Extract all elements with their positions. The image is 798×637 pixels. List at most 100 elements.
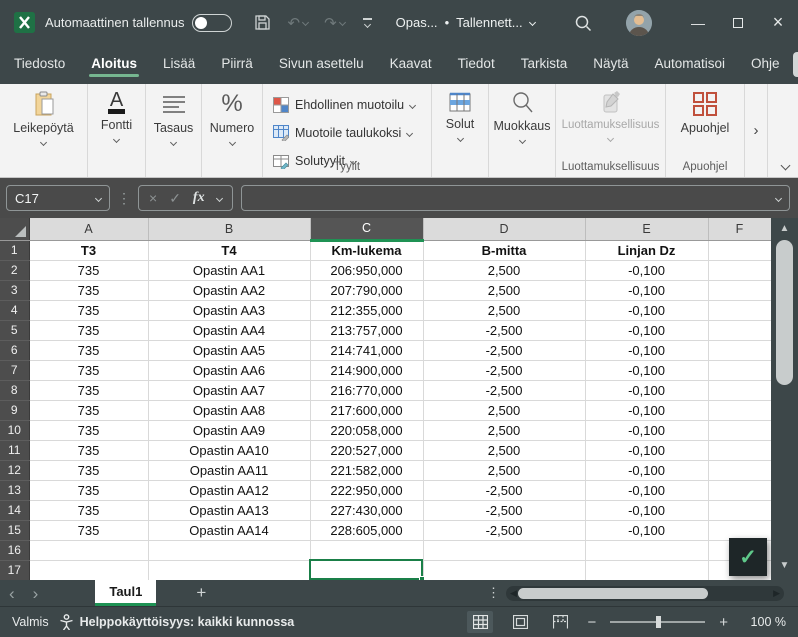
quick-access-toolbar-chevron[interactable] <box>363 18 372 27</box>
cell-B4[interactable]: Opastin AA3 <box>148 300 310 320</box>
cell-F7[interactable] <box>708 360 771 380</box>
cell-A6[interactable]: 735 <box>29 340 148 360</box>
tab-tarkista[interactable]: Tarkista <box>521 47 568 82</box>
vertical-scrollbar[interactable]: ▲ ▼ <box>771 218 798 580</box>
row-header-14[interactable]: 14 <box>0 500 29 520</box>
cell-F14[interactable] <box>708 500 771 520</box>
cell-B11[interactable]: Opastin AA10 <box>148 440 310 460</box>
row-header-6[interactable]: 6 <box>0 340 29 360</box>
cell-F8[interactable] <box>708 380 771 400</box>
cell-B5[interactable]: Opastin AA4 <box>148 320 310 340</box>
sheet-bar-dots[interactable]: ⋮ <box>487 585 500 601</box>
cell-A3[interactable]: 735 <box>29 280 148 300</box>
name-box[interactable]: C17 <box>6 185 110 211</box>
cell-E9[interactable]: -0,100 <box>585 400 708 420</box>
cell-E3[interactable]: -0,100 <box>585 280 708 300</box>
horizontal-scrollbar[interactable]: ◀ ▶ <box>506 586 784 601</box>
cell-A16[interactable] <box>29 540 148 560</box>
row-header-13[interactable]: 13 <box>0 480 29 500</box>
cancel-button[interactable]: × <box>149 190 157 206</box>
tab-tiedosto[interactable]: Tiedosto <box>14 47 65 82</box>
cell-D8[interactable]: -2,500 <box>423 380 585 400</box>
cell-D7[interactable]: -2,500 <box>423 360 585 380</box>
comments-button[interactable] <box>793 52 798 77</box>
formula-input[interactable] <box>241 185 790 211</box>
sheet-tab-taul1[interactable]: Taul1 <box>95 580 156 606</box>
excel-app-icon[interactable] <box>14 12 35 33</box>
cell-C15[interactable]: 228:605,000 <box>310 520 423 540</box>
scroll-down-icon[interactable]: ▼ <box>771 560 798 571</box>
next-sheet-icon[interactable]: › <box>33 585 39 602</box>
row-header-5[interactable]: 5 <box>0 320 29 340</box>
cell-D12[interactable]: 2,500 <box>423 460 585 480</box>
scroll-right-icon[interactable]: ▶ <box>773 587 780 600</box>
tab-nayta[interactable]: Näytä <box>593 47 628 82</box>
cell-A2[interactable]: 735 <box>29 260 148 280</box>
cell-E8[interactable]: -0,100 <box>585 380 708 400</box>
tab-ohje[interactable]: Ohje <box>751 47 780 82</box>
previous-sheet-icon[interactable]: ‹ <box>9 585 15 602</box>
cell-C9[interactable]: 217:600,000 <box>310 400 423 420</box>
enter-button[interactable]: ✓ <box>169 190 181 207</box>
cell-A14[interactable]: 735 <box>29 500 148 520</box>
cell-D3[interactable]: 2,500 <box>423 280 585 300</box>
add-sheet-button[interactable]: + <box>196 583 206 603</box>
editing-group-button[interactable]: Muokkaus <box>489 84 556 177</box>
accessibility-status[interactable]: Helppokäyttöisyys: kaikki kunnossa <box>59 614 295 630</box>
cell-A4[interactable]: 735 <box>29 300 148 320</box>
cell-C12[interactable]: 221:582,000 <box>310 460 423 480</box>
cell-B2[interactable]: Opastin AA1 <box>148 260 310 280</box>
clipboard-group-button[interactable]: Leikepöytä <box>0 84 88 177</box>
cell-C11[interactable]: 220:527,000 <box>310 440 423 460</box>
vertical-scrollbar-thumb[interactable] <box>776 240 793 385</box>
cell-C10[interactable]: 220:058,000 <box>310 420 423 440</box>
cell-D11[interactable]: 2,500 <box>423 440 585 460</box>
close-button[interactable]: × <box>758 0 798 45</box>
cell-E14[interactable]: -0,100 <box>585 500 708 520</box>
tab-tiedot[interactable]: Tiedot <box>458 47 495 82</box>
search-icon[interactable] <box>574 14 592 32</box>
cell-B1[interactable]: T4 <box>148 240 310 260</box>
cell-F5[interactable] <box>708 320 771 340</box>
cell-D14[interactable]: -2,500 <box>423 500 585 520</box>
cell-E5[interactable]: -0,100 <box>585 320 708 340</box>
sensitivity-button[interactable]: Luottamuksellisuus <box>562 119 660 131</box>
cell-F3[interactable] <box>708 280 771 300</box>
tab-kaavat[interactable]: Kaavat <box>390 47 432 82</box>
cell-D2[interactable]: 2,500 <box>423 260 585 280</box>
cell-E12[interactable]: -0,100 <box>585 460 708 480</box>
cell-C13[interactable]: 222:950,000 <box>310 480 423 500</box>
scroll-left-icon[interactable]: ◀ <box>510 587 517 600</box>
cell-F1[interactable] <box>708 240 771 260</box>
cell-A17[interactable] <box>29 560 148 580</box>
cell-F6[interactable] <box>708 340 771 360</box>
cell-F15[interactable] <box>708 520 771 540</box>
selected-cell-outline[interactable] <box>309 559 423 580</box>
fx-chevron-icon[interactable] <box>216 194 223 201</box>
row-header-16[interactable]: 16 <box>0 540 29 560</box>
font-group-button[interactable]: A Fontti <box>88 84 146 177</box>
cell-E11[interactable]: -0,100 <box>585 440 708 460</box>
cell-A12[interactable]: 735 <box>29 460 148 480</box>
number-group-button[interactable]: % Numero <box>202 84 263 177</box>
row-header-10[interactable]: 10 <box>0 420 29 440</box>
normal-view-button[interactable] <box>467 611 493 633</box>
cell-D5[interactable]: -2,500 <box>423 320 585 340</box>
row-header-2[interactable]: 2 <box>0 260 29 280</box>
cell-D1[interactable]: B-mitta <box>423 240 585 260</box>
row-header-17[interactable]: 17 <box>0 560 29 580</box>
cell-C6[interactable]: 214:741,000 <box>310 340 423 360</box>
cell-E2[interactable]: -0,100 <box>585 260 708 280</box>
page-layout-view-button[interactable] <box>507 611 533 633</box>
minimize-button[interactable]: — <box>678 0 718 45</box>
cell-C8[interactable]: 216:770,000 <box>310 380 423 400</box>
undo-button[interactable]: ↶ <box>287 14 308 32</box>
formula-bar-expand-chevron[interactable] <box>775 194 782 201</box>
cell-C16[interactable] <box>310 540 423 560</box>
select-all-corner[interactable] <box>0 218 29 240</box>
accessibility-check-overlay-button[interactable]: ✓ <box>729 538 767 576</box>
cell-E6[interactable]: -0,100 <box>585 340 708 360</box>
cell-F13[interactable] <box>708 480 771 500</box>
cell-B12[interactable]: Opastin AA11 <box>148 460 310 480</box>
cell-D6[interactable]: -2,500 <box>423 340 585 360</box>
